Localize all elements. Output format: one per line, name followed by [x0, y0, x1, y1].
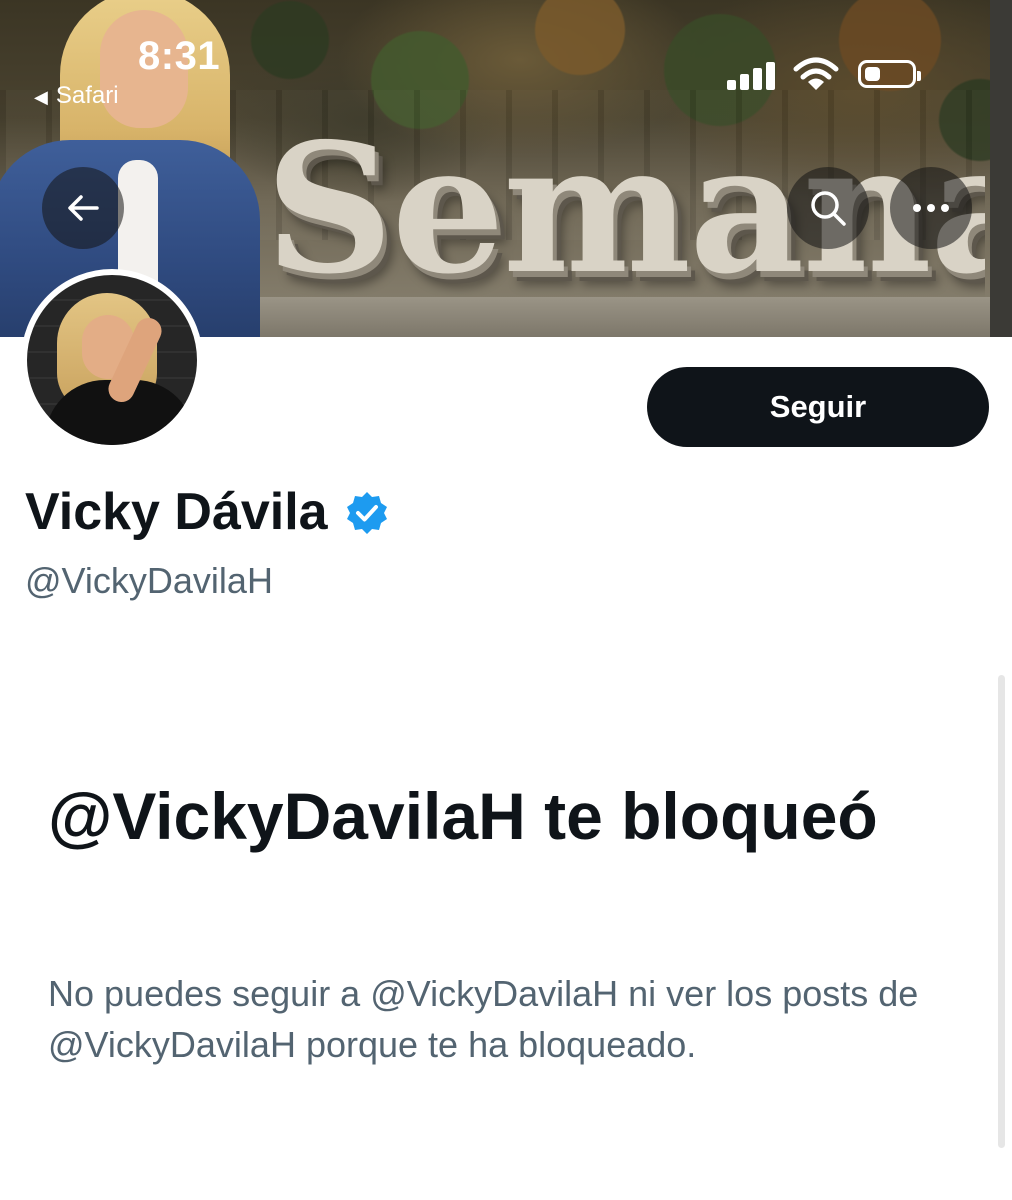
- more-options-button[interactable]: [890, 167, 972, 249]
- follow-button[interactable]: Seguir: [647, 367, 989, 447]
- status-back-label: Safari: [55, 82, 119, 109]
- profile-handle: @VickyDavilaH: [25, 560, 273, 601]
- search-icon: [811, 191, 846, 226]
- verified-badge-icon[interactable]: [344, 489, 390, 535]
- battery-icon: [858, 60, 921, 88]
- cellular-signal-icon: [727, 60, 777, 90]
- back-button[interactable]: [42, 167, 124, 249]
- arrow-left-icon: [68, 195, 99, 221]
- wifi-icon: [793, 56, 839, 92]
- back-triangle-icon: ◀: [34, 87, 48, 107]
- more-horizontal-icon: [913, 204, 949, 212]
- search-button[interactable]: [787, 167, 869, 249]
- avatar[interactable]: [21, 269, 203, 451]
- banner-sign-text: Semana: [265, 120, 985, 298]
- blocked-description: No puedes seguir a @VickyDavilaH ni ver …: [48, 973, 919, 1065]
- status-time: 8:31: [138, 34, 221, 78]
- battery-level: [865, 67, 880, 81]
- blocked-title: @VickyDavilaH te bloqueó: [48, 779, 878, 853]
- profile-display-name: Vicky Dávila: [25, 482, 390, 542]
- display-name-text: Vicky Dávila: [25, 483, 328, 541]
- scrollbar[interactable]: [998, 675, 1005, 1148]
- status-back-to-app[interactable]: ◀ Safari: [34, 82, 119, 110]
- banner-edge: [990, 0, 1012, 337]
